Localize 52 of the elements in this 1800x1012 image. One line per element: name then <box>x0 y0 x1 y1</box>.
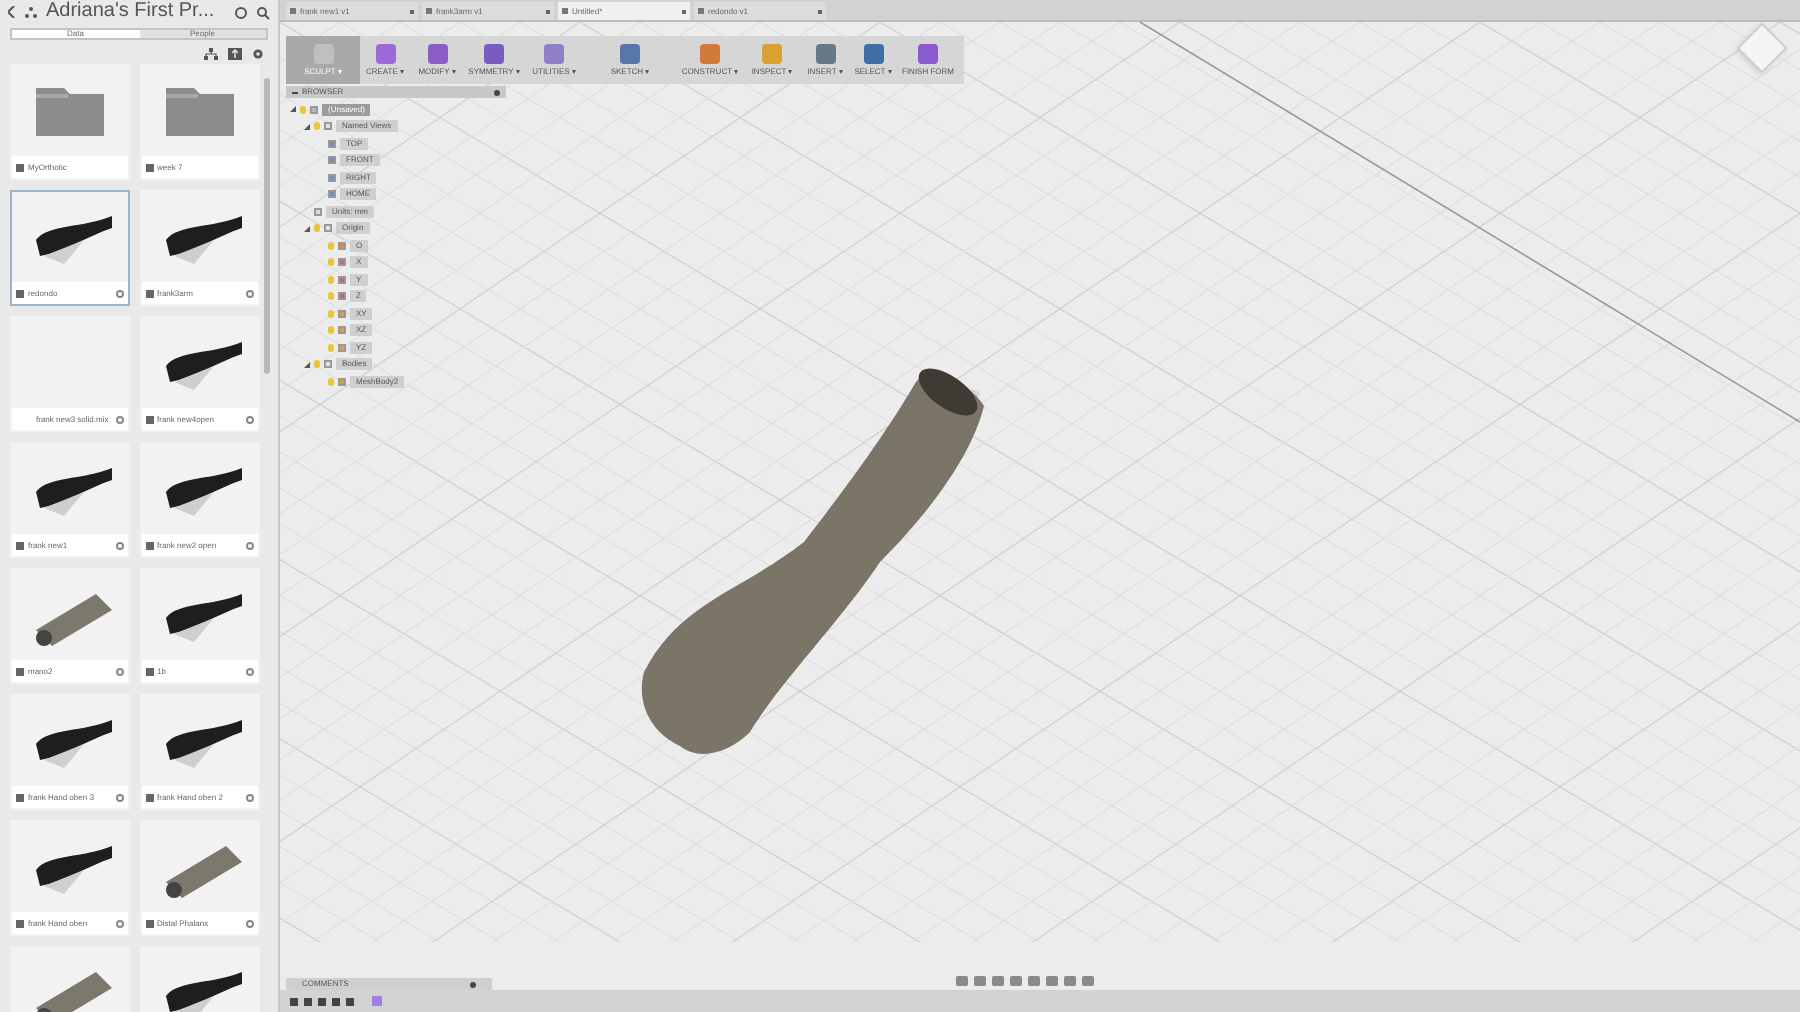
info-icon[interactable] <box>116 541 124 550</box>
node-icon <box>310 105 318 114</box>
cube-icon <box>16 793 24 802</box>
node-icon <box>338 258 346 267</box>
folder-icon <box>145 163 153 172</box>
network-icon[interactable] <box>204 48 218 60</box>
node-icon <box>324 360 332 369</box>
info-icon[interactable] <box>116 289 124 298</box>
info-icon[interactable] <box>245 793 253 802</box>
info-icon[interactable] <box>245 919 253 928</box>
node-icon <box>328 190 336 199</box>
cube-icon <box>145 667 153 676</box>
node-icon <box>338 292 346 301</box>
info-icon[interactable] <box>245 415 253 424</box>
search-icon[interactable] <box>256 5 270 19</box>
cube-icon <box>16 289 24 298</box>
cube-icon <box>145 415 153 424</box>
cube-icon <box>145 919 153 928</box>
info-icon[interactable] <box>116 415 124 424</box>
info-icon[interactable] <box>245 667 253 676</box>
folder-icon <box>36 87 104 136</box>
cube-icon <box>16 919 24 928</box>
cube-icon <box>145 289 153 298</box>
cube-icon <box>16 541 24 550</box>
node-icon <box>328 173 336 182</box>
node-icon <box>338 377 346 386</box>
people-icon <box>24 5 38 19</box>
info-icon[interactable] <box>245 289 253 298</box>
node-icon <box>338 343 346 352</box>
info-icon[interactable] <box>116 667 124 676</box>
cube-icon <box>16 667 24 676</box>
cube-icon <box>145 541 153 550</box>
node-icon <box>328 139 336 148</box>
info-icon[interactable] <box>116 919 124 928</box>
node-icon <box>338 241 346 250</box>
upload-icon[interactable] <box>228 48 242 60</box>
node-icon <box>338 309 346 318</box>
project-title: Adriana's First Pr... <box>46 0 215 24</box>
back-icon[interactable] <box>8 6 16 18</box>
node-icon <box>338 326 346 335</box>
info-icon[interactable] <box>116 793 124 802</box>
folder-icon <box>16 163 24 172</box>
scrollbar[interactable] <box>264 78 270 374</box>
node-icon <box>314 207 322 216</box>
cube-icon <box>145 793 153 802</box>
info-icon[interactable] <box>245 541 253 550</box>
node-icon <box>338 275 346 284</box>
arm-mesh-drawing[interactable] <box>641 368 984 754</box>
node-icon <box>328 156 336 165</box>
node-icon <box>324 122 332 131</box>
node-icon <box>324 224 332 233</box>
folder-icon <box>165 87 233 136</box>
